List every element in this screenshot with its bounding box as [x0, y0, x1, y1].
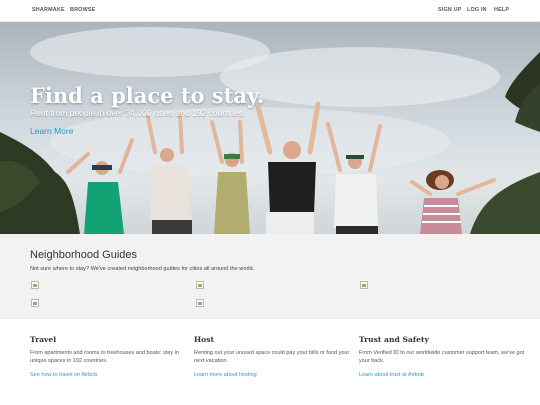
column-title: Travel	[30, 335, 57, 344]
guide-image-icon[interactable]	[31, 299, 39, 307]
guide-image-icon[interactable]	[360, 281, 368, 289]
hero-section: Find a place to stay. Rent from people i…	[0, 22, 540, 234]
travel-column: Travel From apartments and rooms to tree…	[30, 335, 190, 378]
trust-safety-column: Trust and Safety From Verified ID to our…	[359, 335, 529, 378]
learn-more-link[interactable]: Learn More	[30, 126, 73, 136]
nav-browse-link[interactable]: BROWSE	[70, 7, 95, 13]
guide-image-icon[interactable]	[31, 281, 39, 289]
nav-signup-link[interactable]: SIGN UP	[438, 7, 462, 13]
trust-link[interactable]: Learn about trust at Airbnb	[359, 372, 529, 378]
column-title: Trust and Safety	[359, 335, 429, 344]
column-title: Host	[194, 335, 215, 344]
nav-brand-link[interactable]: SHARMAKE	[32, 7, 65, 13]
guide-image-icon[interactable]	[196, 281, 204, 289]
hero-subtitle: Rent from people in over 34,000 cities a…	[30, 108, 246, 118]
info-columns-section: Travel From apartments and rooms to tree…	[0, 318, 540, 405]
neighborhood-guides-section: Neighborhood Guides Not sure where to st…	[0, 234, 540, 318]
guides-title: Neighborhood Guides	[30, 249, 138, 261]
top-navigation-bar: SHARMAKE BROWSE SIGN UP LOG IN HELP	[0, 0, 540, 22]
column-text: From apartments and rooms to treehouses …	[30, 350, 179, 364]
hero-title: Find a place to stay.	[30, 83, 265, 108]
guides-description: Not sure where to stay? We've created ne…	[30, 266, 255, 272]
nav-help-link[interactable]: HELP	[494, 7, 509, 13]
hosting-link[interactable]: Learn more about hosting	[194, 372, 354, 378]
host-column: Host Renting out your unused space could…	[194, 335, 354, 378]
guide-image-icon[interactable]	[196, 299, 204, 307]
travel-link[interactable]: See how to travel on Airbnb	[30, 372, 190, 378]
nav-login-link[interactable]: LOG IN	[467, 7, 487, 13]
column-text: Renting out your unused space could pay …	[194, 350, 350, 364]
column-text: From Verified ID to our worldwide custom…	[359, 350, 525, 364]
hero-photo-jumping-people	[0, 27, 540, 234]
